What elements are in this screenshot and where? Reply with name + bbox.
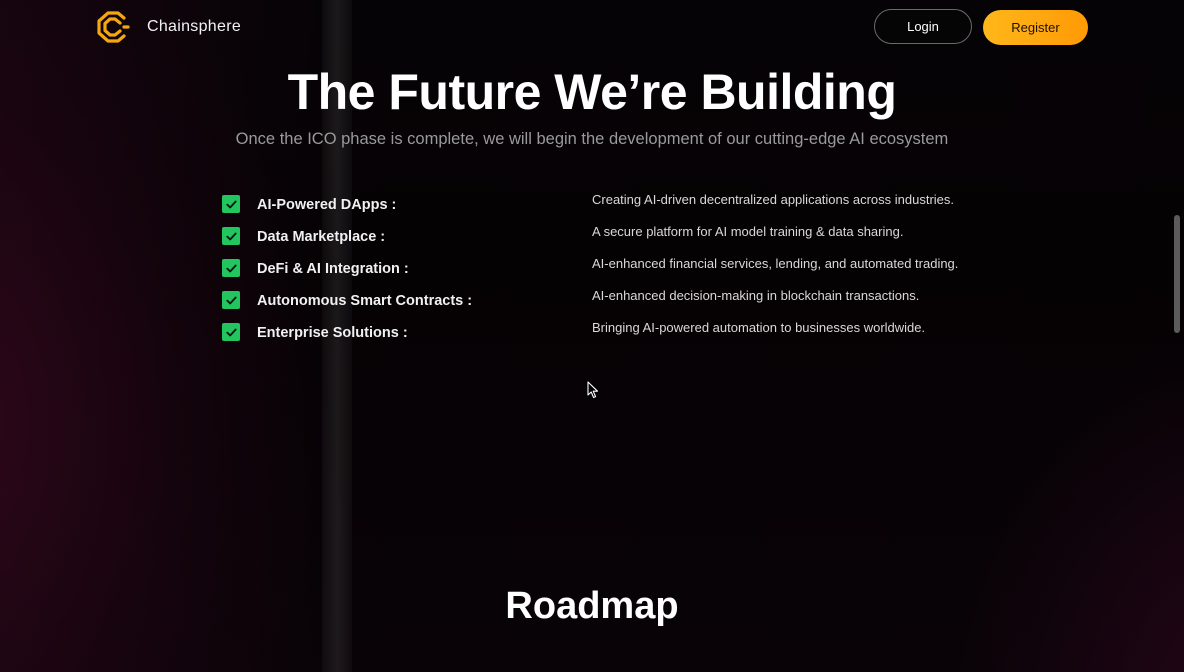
mouse-pointer-icon (587, 381, 599, 399)
page-scrollbar[interactable] (1172, 0, 1184, 672)
brand-name: Chainsphere (147, 18, 242, 35)
checkbox-checked-icon (222, 195, 240, 213)
scrollbar-thumb[interactable] (1174, 215, 1180, 333)
feature-item: Autonomous Smart Contracts : AI-enhanced… (222, 284, 1002, 316)
checkbox-checked-icon (222, 259, 240, 277)
feature-description: Creating AI-driven decentralized applica… (592, 192, 955, 207)
feature-description: A secure platform for AI model training … (592, 224, 904, 239)
feature-item: Enterprise Solutions : Bringing AI-power… (222, 316, 1002, 348)
feature-list: AI-Powered DApps : Creating AI-driven de… (222, 188, 1002, 348)
page-subtitle: Once the ICO phase is complete, we will … (235, 130, 949, 148)
feature-description: AI-enhanced financial services, lending,… (592, 256, 959, 271)
register-button[interactable]: Register (983, 10, 1088, 45)
feature-name: DeFi & AI Integration : (257, 260, 409, 277)
feature-name: Enterprise Solutions : (257, 324, 408, 341)
feature-description: Bringing AI-powered automation to busine… (592, 320, 926, 335)
feature-item: Data Marketplace : A secure platform for… (222, 220, 1002, 252)
roadmap-heading: Roadmap (505, 585, 679, 627)
feature-item: AI-Powered DApps : Creating AI-driven de… (222, 188, 1002, 220)
site-header: Chainsphere Login Register (0, 0, 1184, 56)
feature-description: AI-enhanced decision-making in blockchai… (592, 288, 920, 303)
checkbox-checked-icon (222, 227, 240, 245)
feature-name: Autonomous Smart Contracts : (257, 292, 473, 309)
feature-item: DeFi & AI Integration : AI-enhanced fina… (222, 252, 1002, 284)
feature-name: AI-Powered DApps : (257, 196, 397, 213)
chainsphere-logo-icon (97, 11, 130, 43)
login-button[interactable]: Login (874, 9, 972, 44)
checkbox-checked-icon (222, 291, 240, 309)
feature-name: Data Marketplace : (257, 228, 386, 245)
brand-link[interactable]: Chainsphere (95, 9, 241, 45)
page-title: The Future We’re Building (287, 64, 897, 120)
checkbox-checked-icon (222, 323, 240, 341)
